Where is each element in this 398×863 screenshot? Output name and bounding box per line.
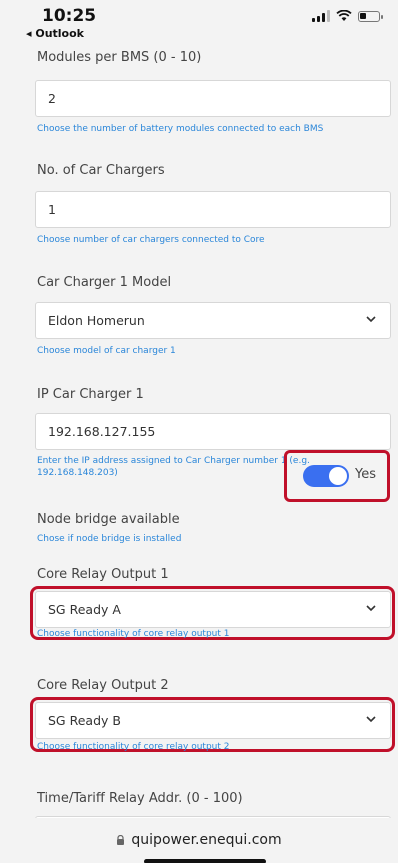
toggle-knob (329, 467, 347, 485)
url-text: quipower.enequi.com (0, 832, 398, 848)
ip-charger-label: IP Car Charger 1 (37, 387, 144, 402)
car-chargers-label: No. of Car Chargers (37, 163, 165, 178)
back-to-outlook-link[interactable]: ◂ Outlook (26, 27, 84, 40)
car-chargers-input[interactable]: 1 (35, 191, 391, 228)
clock: 10:25 (42, 6, 97, 26)
charger-model-label: Car Charger 1 Model (37, 275, 172, 290)
lock-icon (117, 835, 125, 845)
modules-per-bms-input[interactable]: 2 (35, 80, 391, 117)
modules-per-bms-label: Modules per BMS (0 - 10) (37, 50, 202, 65)
node-bridge-toggle-label: Yes (355, 467, 376, 482)
chevron-down-icon (366, 605, 376, 612)
relay1-select[interactable]: SG Ready A (35, 591, 391, 628)
status-icons (312, 10, 383, 22)
chevron-down-icon (366, 316, 376, 323)
relay1-value: SG Ready A (48, 602, 121, 617)
node-bridge-toggle[interactable] (303, 465, 349, 487)
browser-address-bar[interactable]: quipower.enequi.com (0, 818, 398, 863)
charger-model-value: Eldon Homerun (48, 313, 145, 328)
status-bar: 10:25 ◂ Outlook (0, 0, 398, 46)
node-bridge-label: Node bridge available (37, 512, 180, 527)
ip-charger-input[interactable]: 192.168.127.155 (35, 413, 391, 450)
settings-form: Modules per BMS (0 - 10) 2 Choose the nu… (0, 46, 398, 836)
car-chargers-help: Choose number of car chargers connected … (37, 235, 265, 245)
chevron-down-icon (366, 716, 376, 723)
signal-icon (312, 10, 330, 22)
relay1-label: Core Relay Output 1 (37, 567, 169, 582)
node-bridge-help: Chose if node bridge is installed (37, 534, 182, 544)
wifi-icon (336, 10, 352, 21)
relay2-select[interactable]: SG Ready B (35, 702, 391, 739)
tariff-relay-label: Time/Tariff Relay Addr. (0 - 100) (37, 791, 243, 806)
relay1-help: Choose functionality of core relay outpu… (37, 629, 230, 639)
relay2-label: Core Relay Output 2 (37, 678, 169, 693)
node-bridge-highlight: Yes (284, 450, 390, 502)
home-indicator (144, 859, 266, 863)
charger-model-help: Choose model of car charger 1 (37, 346, 176, 356)
modules-per-bms-help: Choose the number of battery modules con… (37, 124, 324, 134)
url-label: quipower.enequi.com (131, 832, 282, 848)
charger-model-select[interactable]: Eldon Homerun (35, 302, 391, 339)
relay2-help: Choose functionality of core relay outpu… (37, 742, 230, 752)
battery-icon (358, 10, 383, 22)
relay2-value: SG Ready B (48, 713, 121, 728)
